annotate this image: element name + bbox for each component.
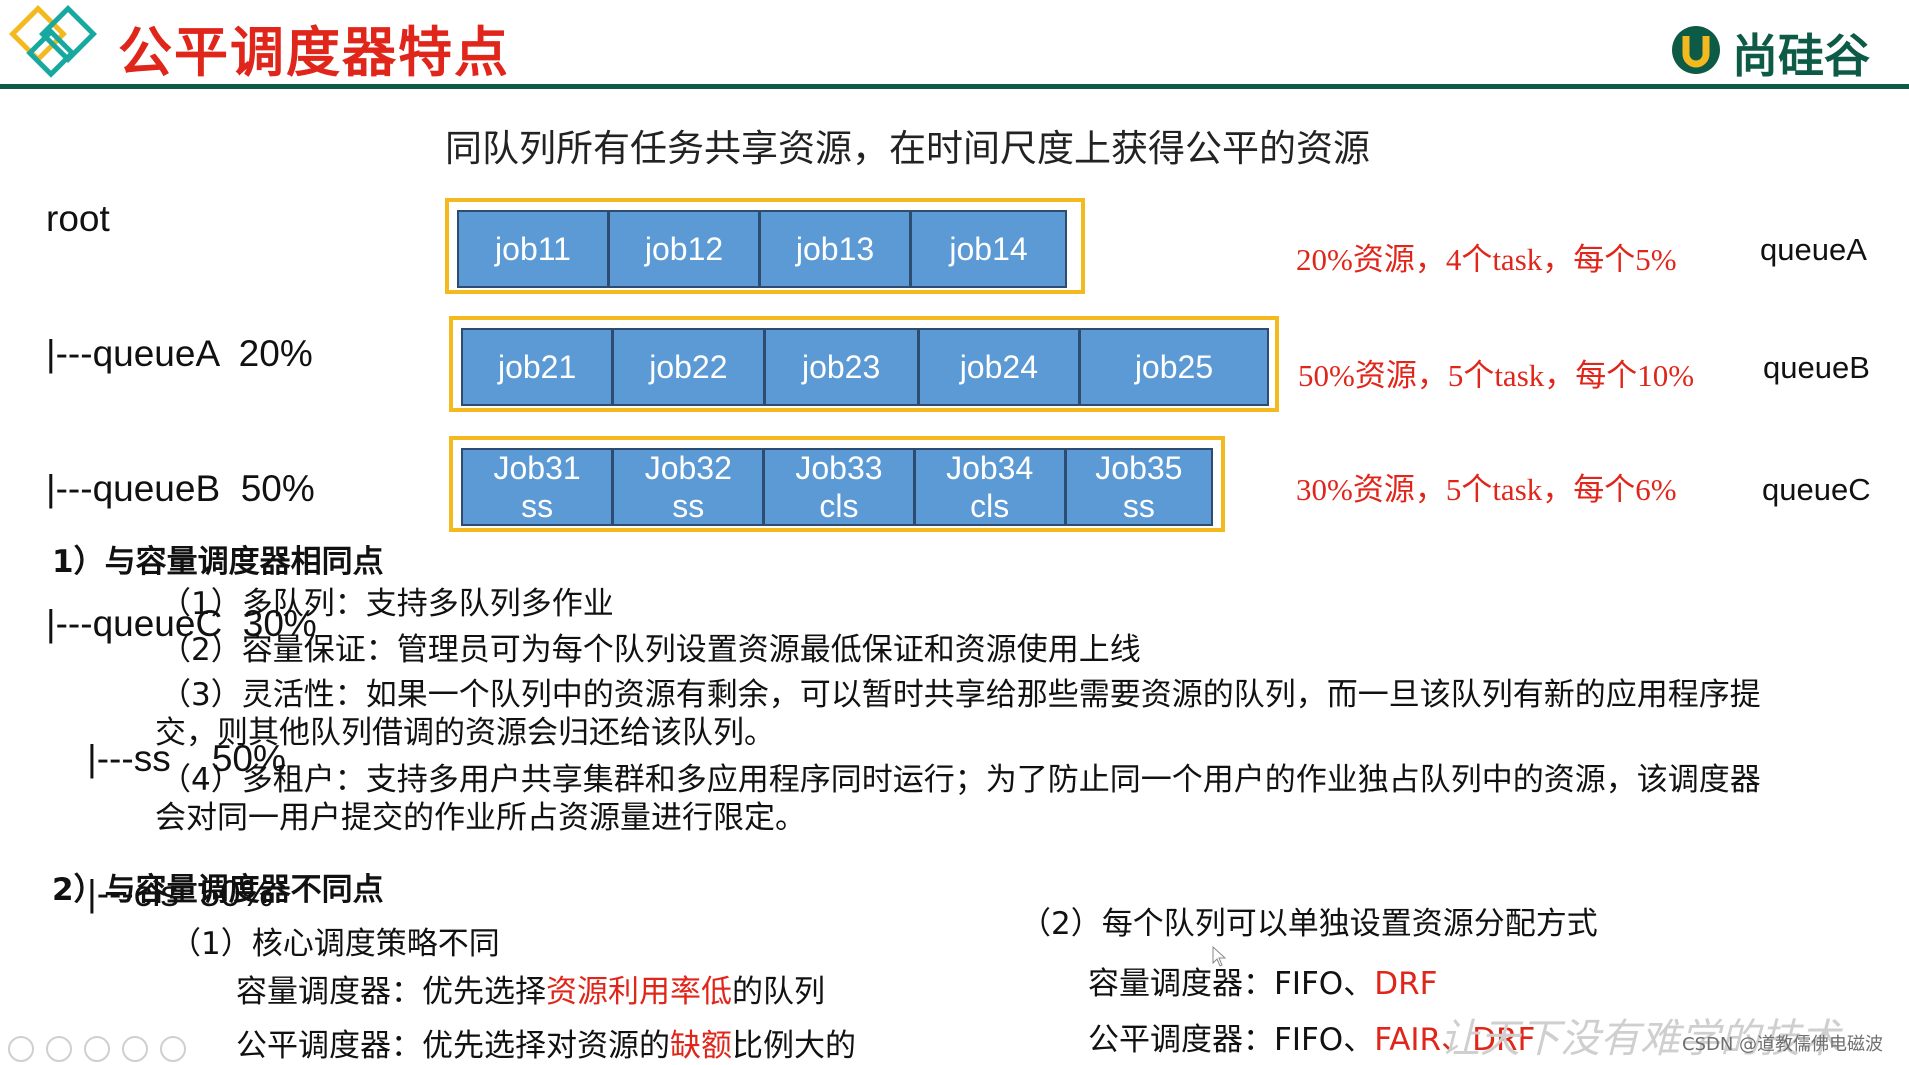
job-label: job21 — [497, 349, 577, 385]
same-heading: 1）与容量调度器相同点 — [52, 544, 384, 580]
diff-fair-line: 公平调度器：优先选择对资源的缺额比例大的 — [236, 1020, 856, 1065]
job-label: Job31 — [493, 450, 581, 486]
pen-icon[interactable] — [84, 1036, 110, 1062]
diff-capacity-policy-line: 容量调度器：FIFO、DRF — [1088, 958, 1437, 1003]
job-sub-label: cls — [970, 488, 1010, 524]
job-cell: job14 — [912, 212, 1066, 286]
job-sub-label: ss — [521, 488, 554, 524]
queue-a-name: queueA — [1760, 232, 1867, 267]
job-label: job22 — [649, 349, 728, 385]
diff-capacity-line: 容量调度器：优先选择资源利用率低的队列 — [236, 966, 825, 1011]
queue-c-note: 30%资源，5个task，每个6% — [1296, 472, 1677, 507]
grid-view-icon[interactable] — [122, 1036, 148, 1062]
job-cell: Job31 ss — [463, 450, 615, 524]
diff-fair-prefix: 公平调度器：优先选择对资源的 — [236, 1028, 670, 1064]
diff-capacity-highlight: 资源利用率低 — [546, 974, 732, 1010]
same-item-4-cont: 会对同一用户提交的作业所占资源量进行限定。 — [155, 800, 806, 836]
slide-toolbar — [8, 1036, 186, 1062]
diff-capacity-prefix: 容量调度器：优先选择 — [236, 974, 546, 1010]
tree-line: |---queueB 50% — [46, 468, 315, 509]
job-label: job11 — [495, 231, 571, 267]
diamond-logo-icon — [9, 5, 97, 78]
diff-fair-policy-prefix: 公平调度器：FIFO、 — [1088, 1022, 1375, 1058]
queue-c-name: queueC — [1762, 472, 1871, 507]
queue-a-jobs: job11 job12 job13 job14 — [457, 210, 1067, 288]
job-sub-label: ss — [672, 488, 705, 524]
tree-line: root — [46, 198, 110, 239]
job-label: job12 — [644, 231, 724, 267]
queue-a-box: job11 job12 job13 job14 — [445, 198, 1085, 294]
job-cell: job12 — [610, 212, 762, 286]
job-cell: job24 — [919, 330, 1081, 404]
same-item-2: （2）容量保证：管理员可为每个队列设置资源最低保证和资源使用上线 — [160, 632, 1141, 668]
job-sub-label: ss — [1122, 488, 1155, 524]
prev-slide-icon[interactable] — [8, 1036, 34, 1062]
page-title: 公平调度器特点 — [118, 21, 510, 84]
job-label: Job32 — [644, 450, 732, 486]
brand-logo-text: 尚硅谷 — [1732, 29, 1870, 83]
queue-b-note: 50%资源，5个task，每个10% — [1298, 358, 1695, 393]
job-label: job23 — [801, 349, 881, 385]
diff-fair-highlight: 缺额 — [670, 1028, 732, 1064]
diff-heading: 2）与容量调度器不同点 — [52, 872, 384, 908]
job-label: job13 — [795, 231, 875, 267]
job-cell: Job34 cls — [915, 450, 1067, 524]
job-cell: job11 — [459, 212, 611, 286]
job-cell: job23 — [765, 330, 920, 404]
diff-capacity-suffix: 的队列 — [732, 974, 825, 1010]
job-cell: Job32 ss — [614, 450, 766, 524]
tree-line: |---queueA 20% — [46, 333, 313, 374]
same-item-3-cont: 交，则其他队列借调的资源会归还给该队列。 — [155, 715, 775, 751]
queue-c-box: Job31 ss Job32 ss Job33 cls Job34 cls Job35 s… — [449, 436, 1225, 532]
job-label: Job34 — [946, 450, 1034, 486]
diff-left-title: （1）核心调度策略不同 — [170, 926, 500, 962]
job-label: job25 — [1134, 349, 1214, 385]
job-label: job14 — [949, 231, 1028, 267]
job-label: Job33 — [795, 450, 883, 486]
job-label: Job35 — [1095, 450, 1183, 486]
header-divider — [0, 84, 1909, 89]
job-cell: job25 — [1080, 330, 1267, 404]
cursor-icon — [1212, 946, 1227, 967]
job-cell: Job33 cls — [765, 450, 916, 524]
queue-b-jobs: job21 job22 job23 job24 job25 — [461, 328, 1269, 406]
slide-subtitle: 同队列所有任务共享资源，在时间尺度上获得公平的资源 — [445, 127, 1370, 170]
queue-b-name: queueB — [1763, 350, 1870, 385]
job-cell: job13 — [761, 212, 913, 286]
job-cell: job21 — [463, 330, 615, 404]
job-label: job24 — [959, 349, 1038, 385]
same-item-1: （1）多队列：支持多队列多作业 — [160, 586, 614, 622]
diff-fair-suffix: 比例大的 — [732, 1028, 856, 1064]
job-cell: job22 — [614, 330, 766, 404]
csdn-credit: CSDN @道教儒佛电磁波 — [1682, 1034, 1884, 1055]
queue-c-jobs: Job31 ss Job32 ss Job33 cls Job34 cls Job35 s… — [461, 448, 1213, 526]
next-slide-icon[interactable] — [46, 1036, 72, 1062]
queue-a-note: 20%资源，4个task，每个5% — [1296, 242, 1677, 277]
zoom-icon[interactable] — [160, 1036, 186, 1062]
queue-b-box: job21 job22 job23 job24 job25 — [449, 316, 1279, 412]
brand-u-icon — [1672, 26, 1720, 74]
job-sub-label: cls — [819, 488, 859, 524]
diff-capacity-policy-highlight: DRF — [1374, 966, 1438, 1002]
job-cell: Job35 ss — [1066, 450, 1211, 524]
diff-capacity-policy-prefix: 容量调度器：FIFO、 — [1088, 966, 1375, 1002]
diff-right-title: （2）每个队列可以单独设置资源分配方式 — [1020, 906, 1598, 942]
